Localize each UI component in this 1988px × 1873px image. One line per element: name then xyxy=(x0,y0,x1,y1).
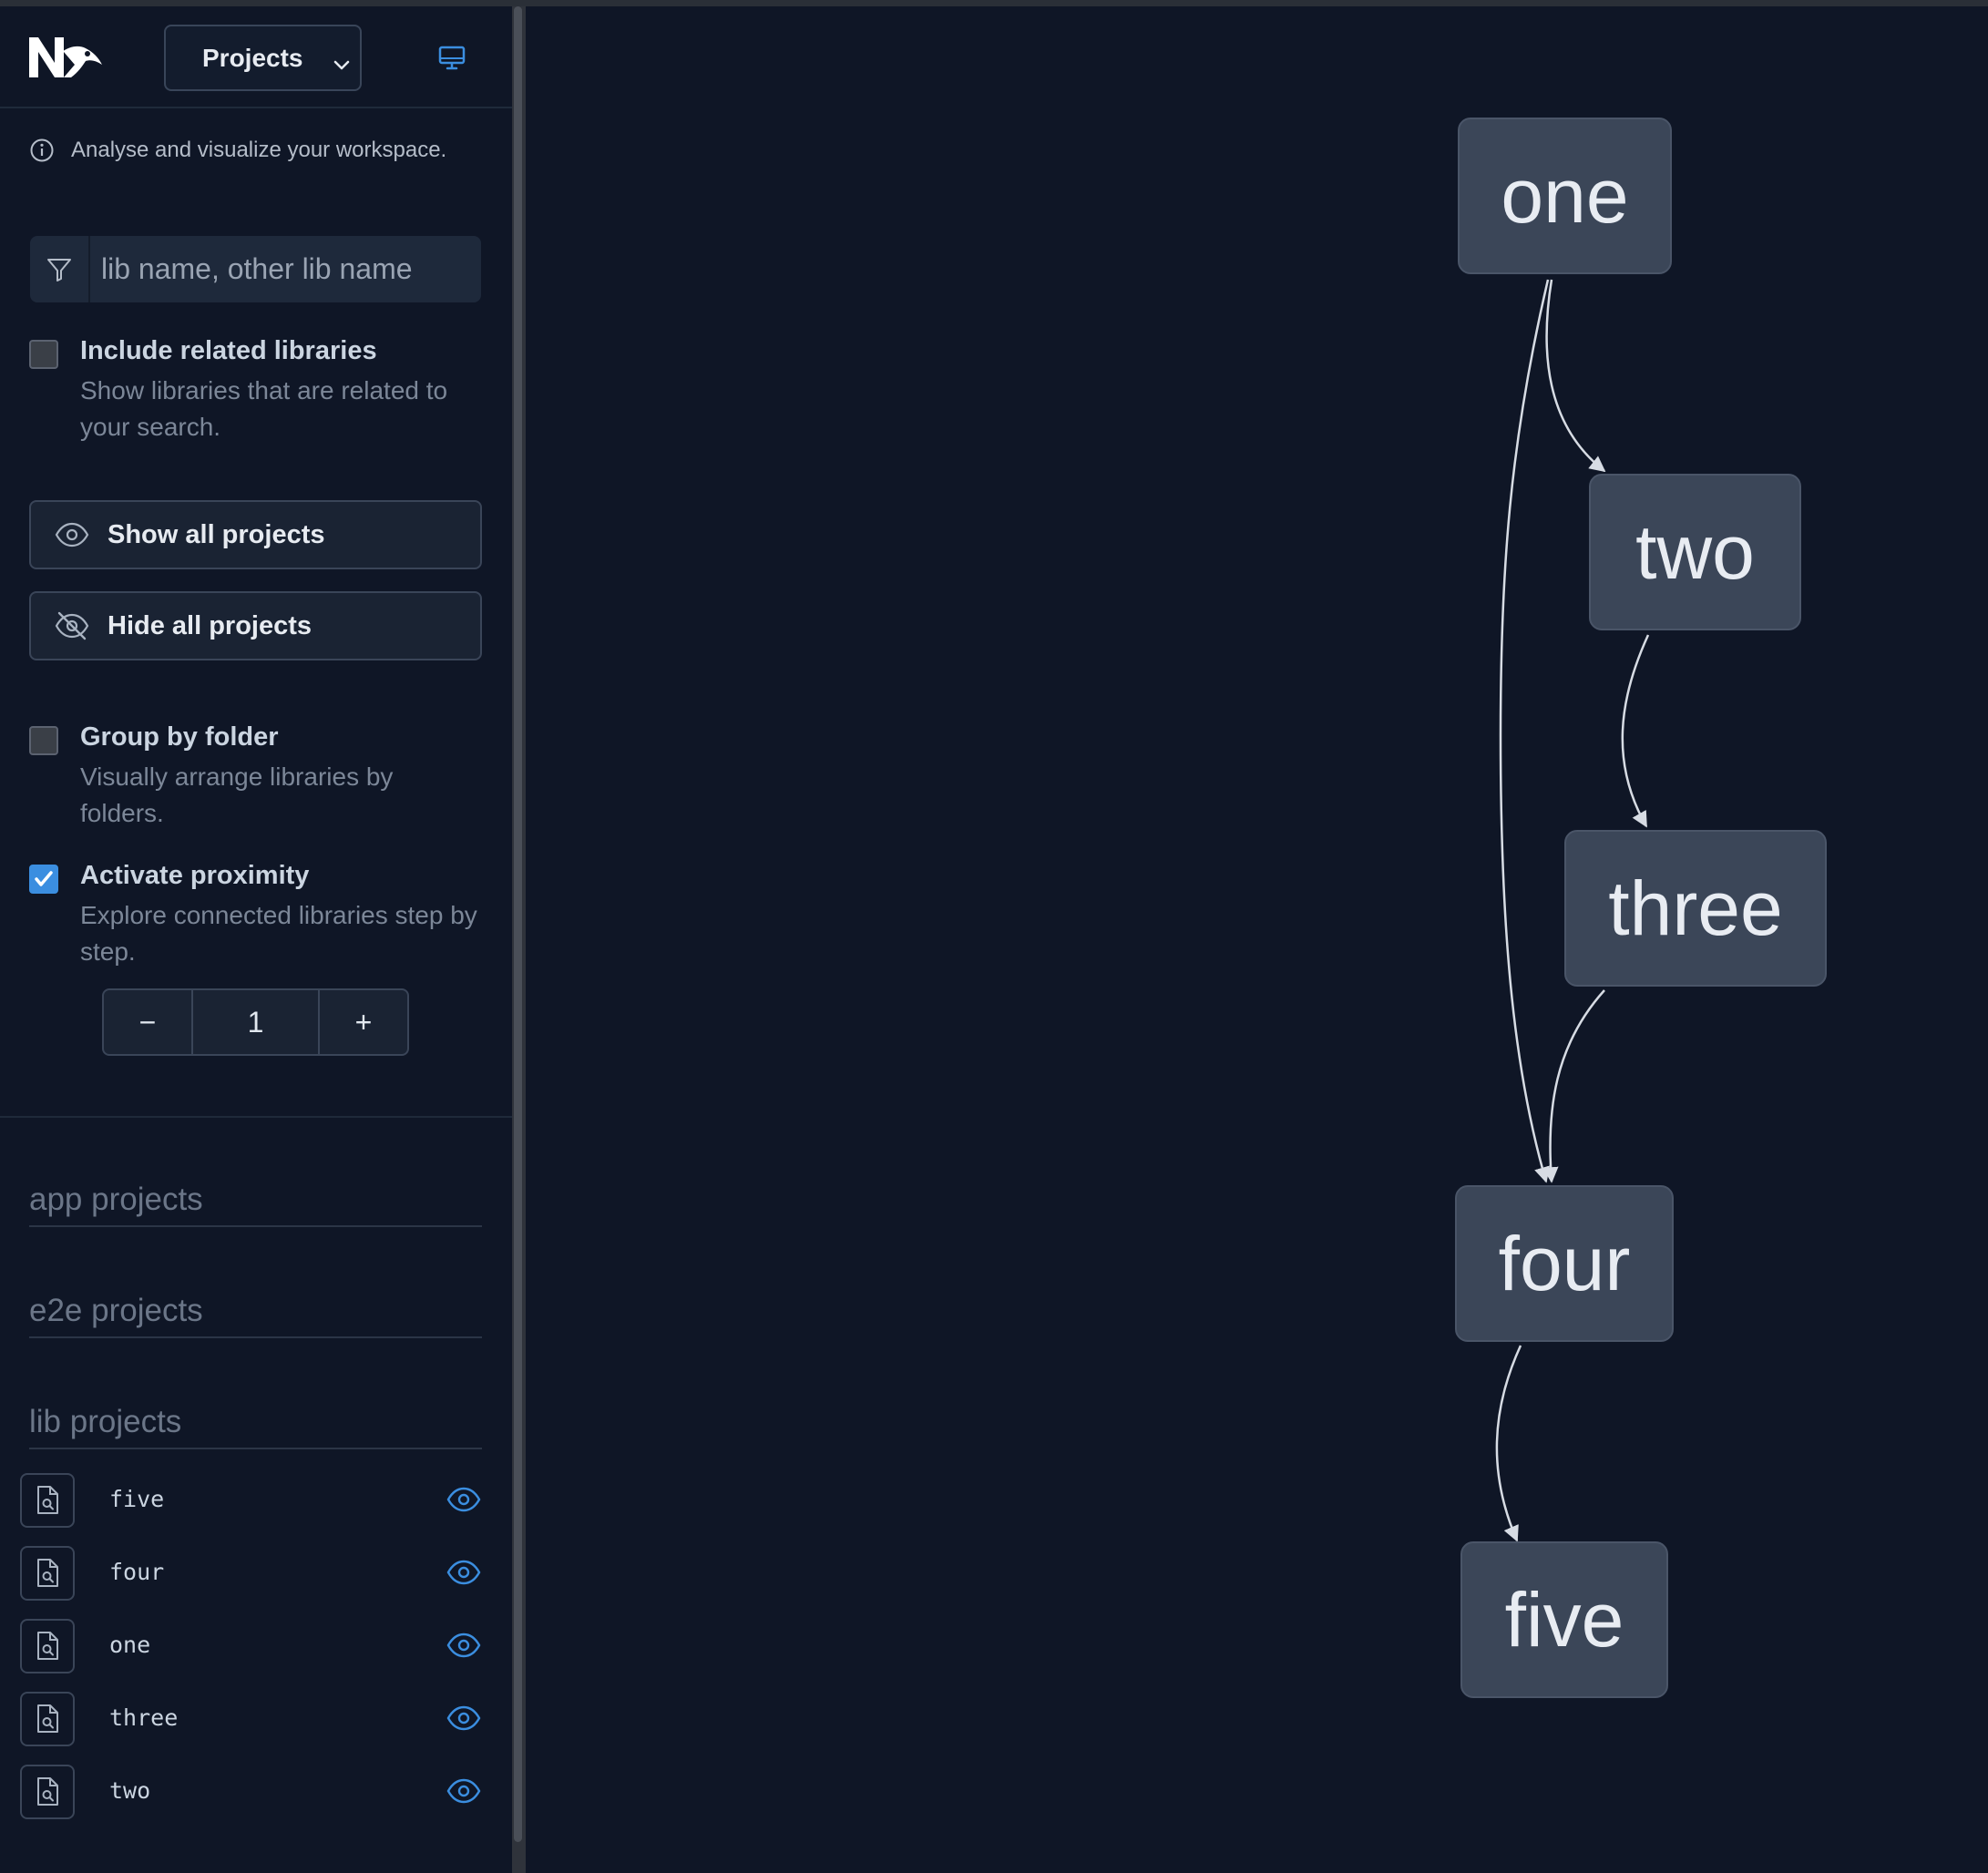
hide-all-projects-button[interactable]: Hide all projects xyxy=(29,591,482,660)
eye-icon[interactable] xyxy=(446,1559,481,1591)
node-five[interactable]: five xyxy=(1460,1541,1668,1698)
filter-icon xyxy=(30,236,90,302)
view-select-label: Projects xyxy=(202,43,303,72)
node-three[interactable]: three xyxy=(1564,830,1827,987)
nx-logo xyxy=(27,34,104,84)
proximity-description: Explore connected libraries step by step… xyxy=(80,901,477,966)
edge-one-four xyxy=(1499,279,1550,1183)
focus-project-button[interactable] xyxy=(20,1546,75,1601)
lib-project-item: three xyxy=(20,1692,485,1746)
increment-button[interactable]: + xyxy=(320,990,407,1054)
e2e-projects-heading: e2e projects xyxy=(29,1293,482,1338)
view-select[interactable]: Projects xyxy=(164,25,362,91)
project-graph-canvas[interactable]: one two three four five xyxy=(526,6,1988,1873)
show-all-label: Show all projects xyxy=(108,519,325,549)
search-box xyxy=(30,236,481,302)
project-graph-app: Projects Analyse and visualize your work… xyxy=(0,0,1988,1873)
lib-projects-heading: lib projects xyxy=(29,1404,482,1449)
info-icon xyxy=(30,138,54,162)
document-search-icon xyxy=(37,1486,58,1514)
edge-two-three xyxy=(1621,634,1650,828)
node-one[interactable]: one xyxy=(1458,118,1672,274)
document-search-icon xyxy=(37,1777,58,1806)
eye-icon[interactable] xyxy=(446,1704,481,1736)
focus-project-button[interactable] xyxy=(20,1692,75,1746)
lib-project-item: four xyxy=(20,1546,485,1601)
proximity-checkbox[interactable] xyxy=(29,865,58,894)
edge-one-two xyxy=(1545,279,1606,473)
decrement-button[interactable]: − xyxy=(104,990,193,1054)
lib-project-name[interactable]: three xyxy=(109,1704,178,1731)
section-divider xyxy=(0,1116,512,1118)
focus-project-button[interactable] xyxy=(20,1473,75,1528)
document-search-icon xyxy=(37,1559,58,1587)
lib-project-name[interactable]: one xyxy=(109,1632,150,1658)
edge-four-five xyxy=(1495,1345,1522,1542)
info-text: Analyse and visualize your workspace. xyxy=(71,138,447,162)
proximity-stepper: − 1 + xyxy=(102,988,409,1056)
sidebar-scrollbar-thumb[interactable] xyxy=(514,6,522,1842)
group-by-folder-title: Group by folder xyxy=(80,722,279,752)
checkmark-icon xyxy=(35,871,53,886)
lib-project-name[interactable]: five xyxy=(109,1486,164,1512)
node-two[interactable]: two xyxy=(1589,474,1801,630)
document-search-icon xyxy=(37,1632,58,1660)
lib-project-item: one xyxy=(20,1619,485,1673)
sidebar: Projects Analyse and visualize your work… xyxy=(0,6,512,1873)
include-related-title: Include related libraries xyxy=(80,336,377,365)
show-all-projects-button[interactable]: Show all projects xyxy=(29,500,482,569)
node-four[interactable]: four xyxy=(1455,1185,1674,1342)
proximity-title: Activate proximity xyxy=(80,861,310,890)
focus-project-button[interactable] xyxy=(20,1765,75,1819)
app-projects-heading: app projects xyxy=(29,1182,482,1227)
group-by-folder-description: Visually arrange libraries by folders. xyxy=(80,763,394,827)
eye-icon[interactable] xyxy=(446,1486,481,1518)
eye-icon xyxy=(55,522,89,548)
lib-project-name[interactable]: four xyxy=(109,1559,164,1585)
focus-project-button[interactable] xyxy=(20,1619,75,1673)
monitor-icon[interactable] xyxy=(437,45,466,77)
edge-three-four xyxy=(1542,989,1605,1183)
eye-icon[interactable] xyxy=(446,1777,481,1809)
include-related-checkbox[interactable] xyxy=(29,340,58,369)
group-by-folder-checkbox[interactable] xyxy=(29,726,58,755)
window-top-border xyxy=(0,0,1988,6)
info-row: Analyse and visualize your workspace. xyxy=(29,138,446,163)
document-search-icon xyxy=(37,1704,58,1733)
proximity-value[interactable]: 1 xyxy=(193,990,320,1054)
chevron-down-icon xyxy=(333,50,351,79)
lib-project-item: five xyxy=(20,1473,485,1528)
lib-project-name[interactable]: two xyxy=(109,1777,150,1804)
search-input[interactable] xyxy=(90,251,473,287)
eye-icon[interactable] xyxy=(446,1632,481,1663)
eye-off-icon xyxy=(55,611,89,640)
lib-project-item: two xyxy=(20,1765,485,1819)
sidebar-header: Projects xyxy=(0,6,512,108)
hide-all-label: Hide all projects xyxy=(108,610,313,640)
include-related-description: Show libraries that are related to your … xyxy=(80,376,448,441)
